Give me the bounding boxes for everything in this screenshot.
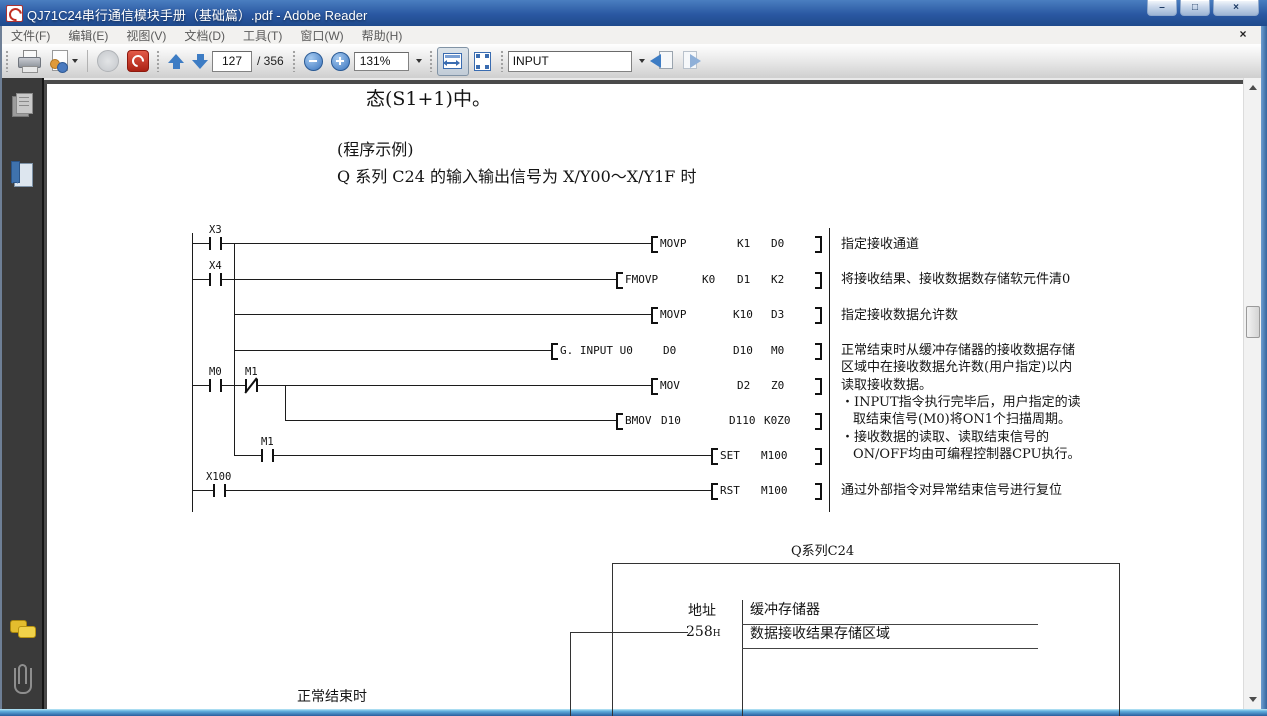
contact-m0 bbox=[209, 379, 222, 392]
annotation: 区域中在接收数据允许数(用户指定)以内 bbox=[841, 356, 1072, 375]
instruction-op: MOVP bbox=[660, 237, 687, 250]
ladder-right-rail bbox=[829, 228, 830, 512]
annotation: 取结束信号(M0)将ON1个扫描周期。 bbox=[853, 408, 1071, 427]
buffer-box-title: Q系列C24 bbox=[791, 540, 854, 559]
instruction-arg: D3 bbox=[771, 308, 784, 321]
instruction-arg: K0 bbox=[702, 273, 715, 286]
contact-label: X4 bbox=[209, 260, 222, 272]
close-bracket bbox=[815, 378, 822, 395]
instruction-arg: D10 bbox=[733, 344, 753, 357]
instruction-op: MOV bbox=[660, 379, 680, 392]
open-bracket bbox=[551, 343, 558, 360]
instruction-arg: K0Z0 bbox=[764, 414, 791, 427]
ladder-line bbox=[234, 314, 652, 315]
pdf-example-heading: (程序示例) bbox=[337, 136, 414, 160]
ladder-line bbox=[192, 279, 617, 280]
ladder-line bbox=[192, 490, 712, 491]
instruction-op: G. INPUT U0 bbox=[560, 344, 633, 357]
annotation: 通过外部指令对异常结束信号进行复位 bbox=[841, 479, 1062, 498]
instruction-arg: D2 bbox=[737, 379, 750, 392]
instruction-arg: D0 bbox=[663, 344, 676, 357]
annotation: 指定接收通道 bbox=[841, 233, 919, 252]
instruction-arg: M100 bbox=[761, 484, 788, 497]
ladder-branch-line bbox=[234, 243, 235, 455]
instruction-op: RST bbox=[720, 484, 740, 497]
adobe-reader-window: QJ71C24串行通信模块手册（基础篇）.pdf - Adobe Reader … bbox=[0, 0, 1267, 716]
open-bracket bbox=[651, 236, 658, 253]
instruction-op: SET bbox=[720, 449, 740, 462]
ladder-line bbox=[192, 385, 652, 386]
annotation: 指定接收数据允许数 bbox=[841, 304, 958, 323]
close-bracket bbox=[815, 448, 822, 465]
instruction-arg: D0 bbox=[771, 237, 784, 250]
instruction-arg: D10 bbox=[661, 414, 681, 427]
ladder-line bbox=[234, 455, 712, 456]
close-bracket bbox=[815, 272, 822, 289]
pdf-text-line: 态(S1+1)中。 bbox=[366, 84, 491, 111]
instruction-arg: M100 bbox=[761, 449, 788, 462]
close-bracket bbox=[815, 307, 822, 324]
ladder-line bbox=[285, 420, 617, 421]
open-bracket bbox=[616, 272, 623, 289]
instruction-arg: Z0 bbox=[771, 379, 784, 392]
ladder-branch-line bbox=[285, 385, 286, 420]
open-bracket bbox=[651, 378, 658, 395]
connector-line bbox=[570, 632, 571, 716]
address-hex-suffix: H bbox=[713, 629, 721, 639]
contact-label: M1 bbox=[261, 436, 274, 448]
contact-x3 bbox=[209, 237, 222, 250]
contact-label: X3 bbox=[209, 224, 222, 236]
ladder-line bbox=[234, 350, 552, 351]
ladder-left-rail bbox=[192, 233, 193, 512]
contact-x100 bbox=[213, 484, 226, 497]
open-bracket bbox=[616, 413, 623, 430]
address-value: 258H bbox=[686, 624, 721, 640]
pdf-example-description: Q 系列 C24 的输入输出信号为 X/Y00～X/Y1F 时 bbox=[337, 163, 696, 187]
address-label: 地址 bbox=[688, 600, 716, 620]
instruction-arg: K10 bbox=[733, 308, 753, 321]
open-bracket bbox=[711, 483, 718, 500]
contact-label: M0 bbox=[209, 366, 222, 378]
instruction-op: BMOV bbox=[625, 414, 652, 427]
buffer-row-label: 缓冲存储器 bbox=[750, 599, 820, 619]
instruction-arg: K1 bbox=[737, 237, 750, 250]
connector-line bbox=[570, 632, 688, 633]
annotation: ON/OFF均由可编程控制器CPU执行。 bbox=[853, 443, 1081, 462]
close-bracket bbox=[815, 343, 822, 360]
address-number: 258 bbox=[686, 624, 713, 640]
ladder-line bbox=[192, 243, 652, 244]
instruction-arg: M0 bbox=[771, 344, 784, 357]
pdf-content: 态(S1+1)中。 (程序示例) Q 系列 C24 的输入输出信号为 X/Y00… bbox=[0, 0, 1267, 716]
close-bracket bbox=[815, 413, 822, 430]
buffer-underline bbox=[742, 648, 1038, 649]
open-bracket bbox=[711, 448, 718, 465]
close-bracket bbox=[815, 483, 822, 500]
buffer-divider-line bbox=[742, 600, 743, 716]
annotation: 将接收结果、接收数据数存储软元件清0 bbox=[841, 268, 1070, 287]
instruction-arg: D110 bbox=[729, 414, 756, 427]
instruction-arg: K2 bbox=[771, 273, 784, 286]
contact-m1 bbox=[261, 449, 274, 462]
instruction-op: MOVP bbox=[660, 308, 687, 321]
instruction-op: FMOVP bbox=[625, 273, 658, 286]
normal-end-caption: 正常结束时 bbox=[297, 686, 367, 706]
buffer-row-label: 数据接收结果存储区域 bbox=[750, 623, 890, 643]
close-bracket bbox=[815, 236, 822, 253]
instruction-arg: D1 bbox=[737, 273, 750, 286]
open-bracket bbox=[651, 307, 658, 324]
contact-label: X100 bbox=[206, 471, 231, 483]
contact-x4 bbox=[209, 273, 222, 286]
